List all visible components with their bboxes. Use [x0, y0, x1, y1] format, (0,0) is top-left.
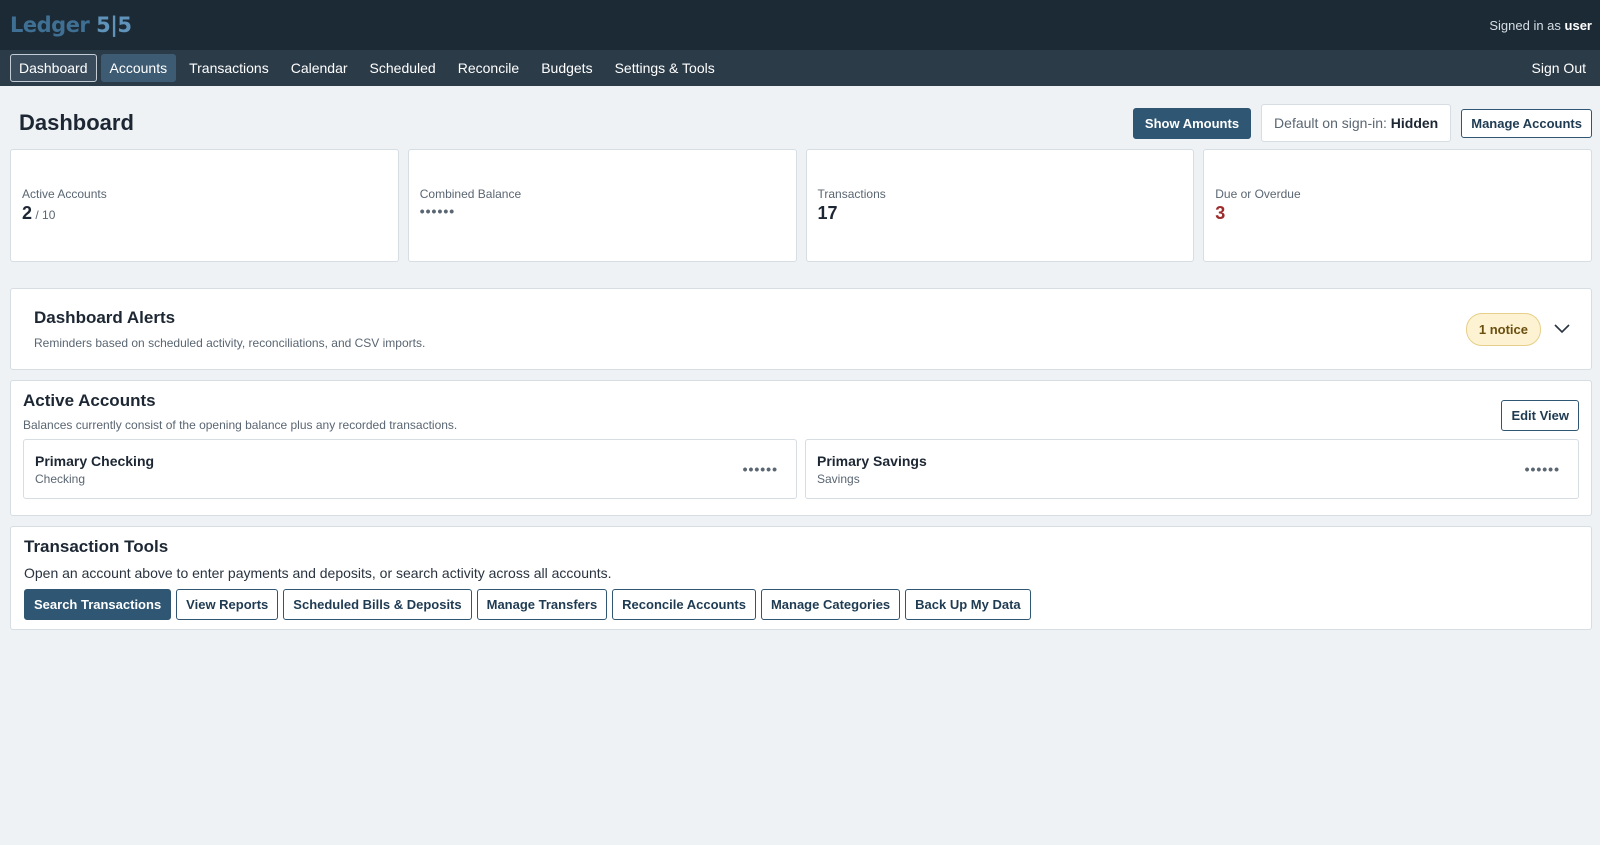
account-type: Checking — [35, 471, 86, 486]
back-up-data-button[interactable]: Back Up My Data — [905, 589, 1031, 620]
notice-badge: 1 notice — [1465, 312, 1541, 346]
top-bar: Ledger 5|5 Signed in as user — [0, 0, 1600, 50]
nav-dashboard[interactable]: Dashboard — [10, 54, 97, 82]
stat-label: Active Accounts — [22, 187, 107, 201]
nav-items: Dashboard Accounts Transactions Calendar… — [10, 54, 724, 82]
page-title: Dashboard — [19, 110, 134, 135]
account-name: Primary Checking — [35, 452, 155, 469]
default-visibility-label: Default on sign-in: — [1274, 115, 1391, 131]
account-balance: •••••• — [742, 461, 778, 477]
nav-calendar[interactable]: Calendar — [282, 54, 357, 82]
chevron-down-icon[interactable] — [1553, 320, 1571, 338]
sign-out-link[interactable]: Sign Out — [1528, 55, 1590, 81]
accounts-header: Active Accounts Balances currently consi… — [23, 391, 1579, 432]
main-nav: Dashboard Accounts Transactions Calendar… — [0, 50, 1600, 86]
nav-budgets[interactable]: Budgets — [532, 54, 601, 82]
show-amounts-button[interactable]: Show Amounts — [1132, 107, 1252, 139]
stat-value-sub: / 10 — [32, 208, 56, 222]
stat-value-main: 2 — [22, 203, 33, 223]
manage-categories-button[interactable]: Manage Categories — [760, 589, 901, 620]
app-logo[interactable]: Ledger 5|5 — [10, 13, 132, 37]
account-type: Savings — [817, 471, 860, 486]
manage-transfers-button[interactable]: Manage Transfers — [476, 589, 608, 620]
tools-subtitle: Open an account above to enter payments … — [24, 565, 612, 581]
summary-stats: Active Accounts 2 / 10 Combined Balance … — [0, 149, 1600, 262]
view-reports-button[interactable]: View Reports — [176, 589, 279, 620]
tools-title: Transaction Tools — [24, 537, 169, 556]
account-name: Primary Savings — [817, 452, 927, 469]
stat-value: •••••• — [419, 203, 456, 219]
account-info: Primary Savings Savings — [817, 453, 927, 486]
transaction-tools-panel: Transaction Tools Open an account above … — [10, 526, 1592, 630]
stat-value: 17 — [817, 203, 838, 223]
nav-settings-tools[interactable]: Settings & Tools — [606, 54, 724, 82]
accounts-title: Active Accounts — [23, 391, 156, 410]
alerts-text: Dashboard Alerts Reminders based on sche… — [34, 308, 425, 350]
account-card-primary-checking[interactable]: Primary Checking Checking •••••• — [23, 439, 797, 499]
stat-due-overdue: Due or Overdue 3 — [1203, 149, 1592, 262]
signed-in-status: Signed in as user — [1489, 18, 1592, 33]
manage-accounts-button[interactable]: Manage Accounts — [1461, 108, 1592, 138]
reconcile-accounts-button[interactable]: Reconcile Accounts — [612, 589, 756, 620]
alerts-title: Dashboard Alerts — [34, 308, 176, 327]
nav-reconcile[interactable]: Reconcile — [449, 54, 528, 82]
stat-value: 2 / 10 — [22, 203, 387, 224]
alerts-subtitle: Reminders based on scheduled activity, r… — [34, 336, 426, 350]
accounts-subtitle: Balances currently consist of the openin… — [23, 418, 458, 432]
edit-view-button[interactable]: Edit View — [1501, 400, 1579, 431]
signed-in-user: user — [1564, 17, 1592, 33]
alerts-controls: 1 notice — [1465, 312, 1571, 346]
stat-label: Transactions — [817, 187, 886, 201]
account-list: Primary Checking Checking •••••• Primary… — [23, 439, 1579, 499]
dashboard-alerts-panel[interactable]: Dashboard Alerts Reminders based on sche… — [10, 288, 1592, 370]
nav-transactions[interactable]: Transactions — [180, 54, 278, 82]
search-transactions-button[interactable]: Search Transactions — [24, 589, 172, 620]
logo-accent: 5|5 — [96, 13, 132, 37]
stat-value: 3 — [1215, 203, 1226, 223]
nav-accounts[interactable]: Accounts — [100, 54, 177, 82]
stat-combined-balance: Combined Balance •••••• — [407, 149, 797, 262]
stat-active-accounts: Active Accounts 2 / 10 — [10, 149, 399, 262]
header-actions: Show Amounts Default on sign-in: Hidden … — [1132, 104, 1592, 142]
stat-transactions: Transactions 17 — [805, 149, 1195, 262]
default-visibility-setting[interactable]: Default on sign-in: Hidden — [1261, 104, 1452, 142]
active-accounts-panel: Active Accounts Balances currently consi… — [10, 380, 1592, 516]
stat-label: Due or Overdue — [1215, 187, 1301, 201]
nav-scheduled[interactable]: Scheduled — [361, 54, 445, 82]
accounts-heading: Active Accounts Balances currently consi… — [23, 391, 457, 432]
account-balance: •••••• — [1524, 461, 1560, 477]
signed-in-prefix: Signed in as — [1489, 17, 1565, 33]
default-visibility-value: Hidden — [1390, 115, 1439, 131]
page-header: Dashboard Show Amounts Default on sign-i… — [0, 86, 1600, 148]
logo-text: Ledger — [10, 13, 97, 37]
tool-buttons: Search Transactions View Reports Schedul… — [24, 589, 1579, 620]
scheduled-bills-deposits-button[interactable]: Scheduled Bills & Deposits — [283, 589, 472, 620]
account-info: Primary Checking Checking — [35, 453, 154, 486]
stat-label: Combined Balance — [419, 187, 522, 201]
account-card-primary-savings[interactable]: Primary Savings Savings •••••• — [805, 439, 1579, 499]
